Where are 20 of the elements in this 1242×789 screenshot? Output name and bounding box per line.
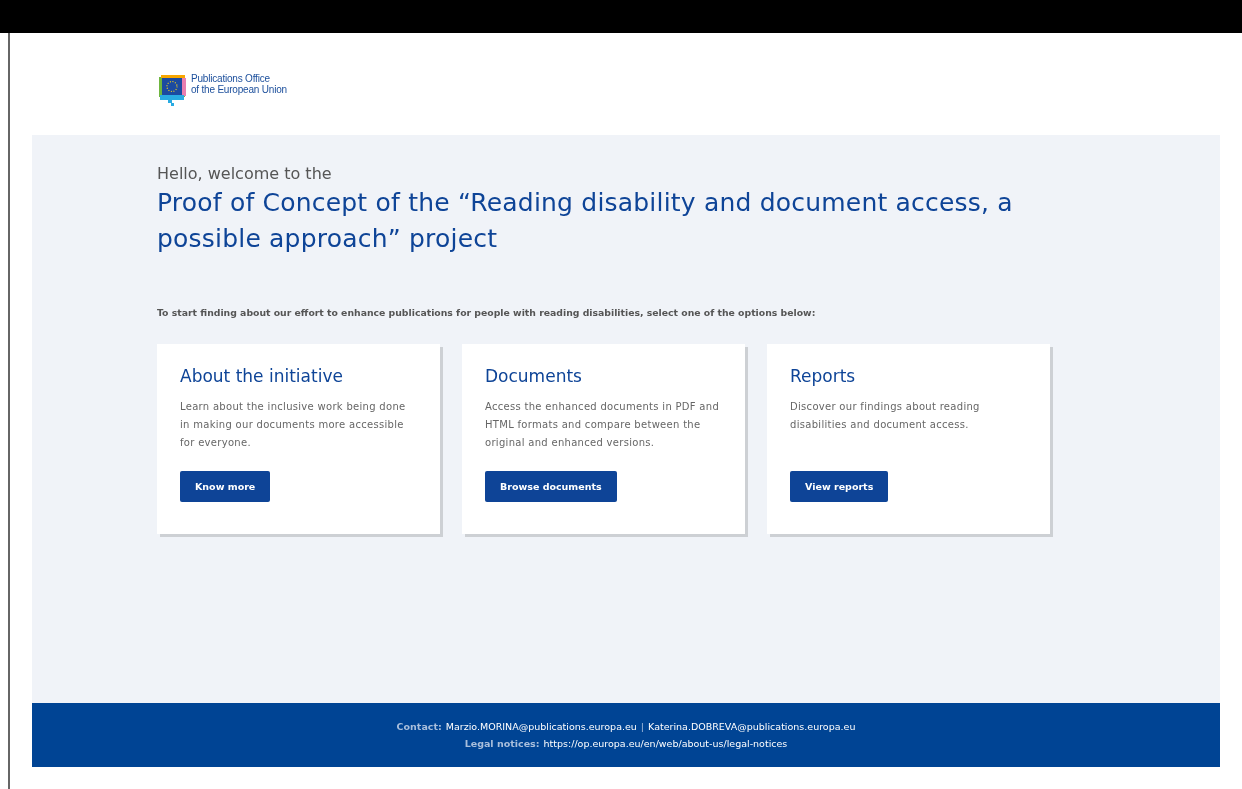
separator: | bbox=[640, 721, 645, 732]
card-button[interactable]: Know more bbox=[180, 471, 271, 502]
email-link[interactable]: Katerina.DOBREVA@publications.europa.eu bbox=[648, 721, 856, 732]
card-description: Discover our findings about reading disabilities and document access. bbox=[790, 400, 981, 432]
card-button[interactable]: View reports bbox=[790, 471, 889, 502]
legal-label: Legal notices: bbox=[464, 738, 540, 749]
page-title: Proof of Concept of the “Reading disability and document access, a possible approach” project bbox=[157, 187, 1014, 255]
card-description: Access the enhanced documents in PDF and HTML formats and compare between the original and enhanced versions. bbox=[485, 400, 721, 450]
logo-icon bbox=[157, 74, 187, 108]
card-description: Learn about the inclusive work being done in making our documents more accessible for everyone. bbox=[180, 400, 407, 450]
card-title: Documents bbox=[485, 366, 582, 386]
greeting: Hello, welcome to the bbox=[157, 164, 333, 183]
card-title: Reports bbox=[790, 366, 856, 386]
logo-text: Publications Office of the European Union bbox=[191, 73, 287, 95]
intro-text: To start finding about our effort to enhance publications for people with reading disabilities, select one of the options below: bbox=[157, 307, 817, 318]
legal-notices-link[interactable]: https://op.europa.eu/en/web/about-us/legal-notices bbox=[543, 738, 788, 749]
contact-label: Contact: bbox=[396, 721, 442, 732]
card-button[interactable]: Browse documents bbox=[485, 471, 617, 502]
email-link[interactable]: Marzio.MORINA@publications.europa.eu bbox=[445, 721, 637, 732]
card-title: About the initiative bbox=[180, 366, 343, 386]
